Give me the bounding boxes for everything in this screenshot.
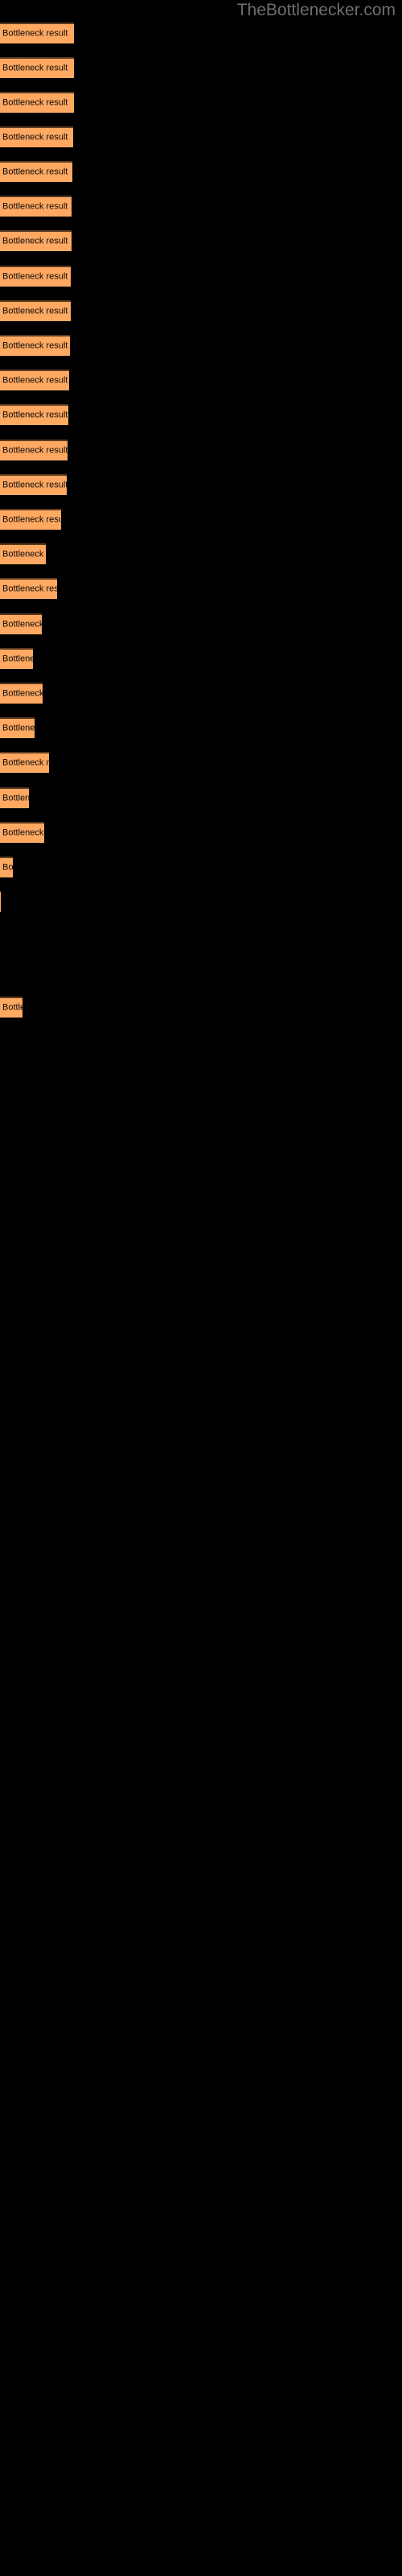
bar[interactable]: Bottleneck result	[0, 23, 74, 43]
bar[interactable]: Bottleneck result	[0, 335, 70, 356]
bar[interactable]: Bottleneck result	[0, 230, 72, 251]
bar-label: Bottleneck result	[2, 445, 68, 456]
bar[interactable]: Bottleneck result	[0, 126, 73, 147]
bar[interactable]: Bottleneck result	[0, 683, 43, 704]
bar-label: Bottleneck result	[2, 758, 49, 768]
bar-label: Bottleneck result	[2, 1002, 23, 1013]
bar[interactable]: Bottleneck result	[0, 92, 74, 113]
bar-label: Bottleneck result	[2, 375, 68, 386]
bar-label: Bottleneck result	[2, 63, 68, 73]
bar[interactable]: Bottleneck result	[0, 578, 57, 599]
bar-label: Bottleneck result	[2, 28, 68, 39]
bar-label: Bottleneck result	[2, 341, 68, 351]
bar[interactable]: Bottleneck result	[0, 161, 72, 182]
bar-label: Bottleneck result	[2, 271, 68, 282]
bar[interactable]: Bottleneck result	[0, 997, 23, 1018]
bar-label: Bottleneck result	[2, 654, 33, 664]
bar-label: Bottleneck result	[2, 828, 44, 838]
bar[interactable]: Bottleneck result	[0, 822, 44, 843]
bar-label: Bottleneck result	[2, 167, 68, 177]
bar[interactable]: Bottleneck result	[0, 440, 68, 460]
bar-chart-plot-area: Bottleneck result Bottleneck result Bottle…	[0, 0, 402, 2576]
bar-label: Bottleneck result	[2, 480, 67, 490]
bar-label: Bottleneck result	[2, 688, 43, 699]
bar[interactable]: Bottleneck result	[0, 717, 35, 738]
bar-label: Bottleneck result	[2, 549, 46, 559]
bar[interactable]: Bottleneck result	[0, 404, 68, 425]
bar-label: Bottleneck result	[2, 306, 68, 316]
bar-label: Bottleneck result	[2, 410, 68, 420]
bar[interactable]: Bottleneck result	[0, 857, 13, 877]
bar[interactable]: Bottleneck result	[0, 891, 1, 912]
bar[interactable]: Bottleneck result	[0, 369, 69, 390]
bar-label: Bottleneck result	[2, 132, 68, 142]
bar[interactable]: Bottleneck result	[0, 266, 71, 287]
bar-label: Bottleneck result	[2, 619, 42, 630]
bar[interactable]: Bottleneck result	[0, 196, 72, 217]
bar[interactable]: Bottleneck result	[0, 57, 74, 78]
bar-label: Bottleneck result	[2, 514, 61, 525]
chart-page: TheBottlenecker.com Bottleneck result Bot…	[0, 0, 402, 2576]
bar-label: Bottleneck result	[2, 793, 29, 803]
bar-label: Bottleneck result	[2, 97, 68, 108]
bar[interactable]: Bottleneck result	[0, 648, 33, 669]
bar[interactable]: Bottleneck result	[0, 752, 49, 773]
bar-label: Bottleneck result	[2, 584, 57, 594]
bar[interactable]: Bottleneck result	[0, 300, 71, 321]
bar-label: Bottleneck result	[2, 236, 68, 246]
bar[interactable]: Bottleneck result	[0, 543, 46, 564]
bar-label: Bottleneck result	[2, 723, 35, 733]
bar[interactable]: Bottleneck result	[0, 787, 29, 808]
bar-label: Bottleneck result	[2, 201, 68, 212]
bar[interactable]: Bottleneck result	[0, 474, 67, 495]
bar[interactable]: Bottleneck result	[0, 509, 61, 530]
bar[interactable]: Bottleneck result	[0, 613, 42, 634]
bar-label: Bottleneck result	[2, 862, 13, 873]
